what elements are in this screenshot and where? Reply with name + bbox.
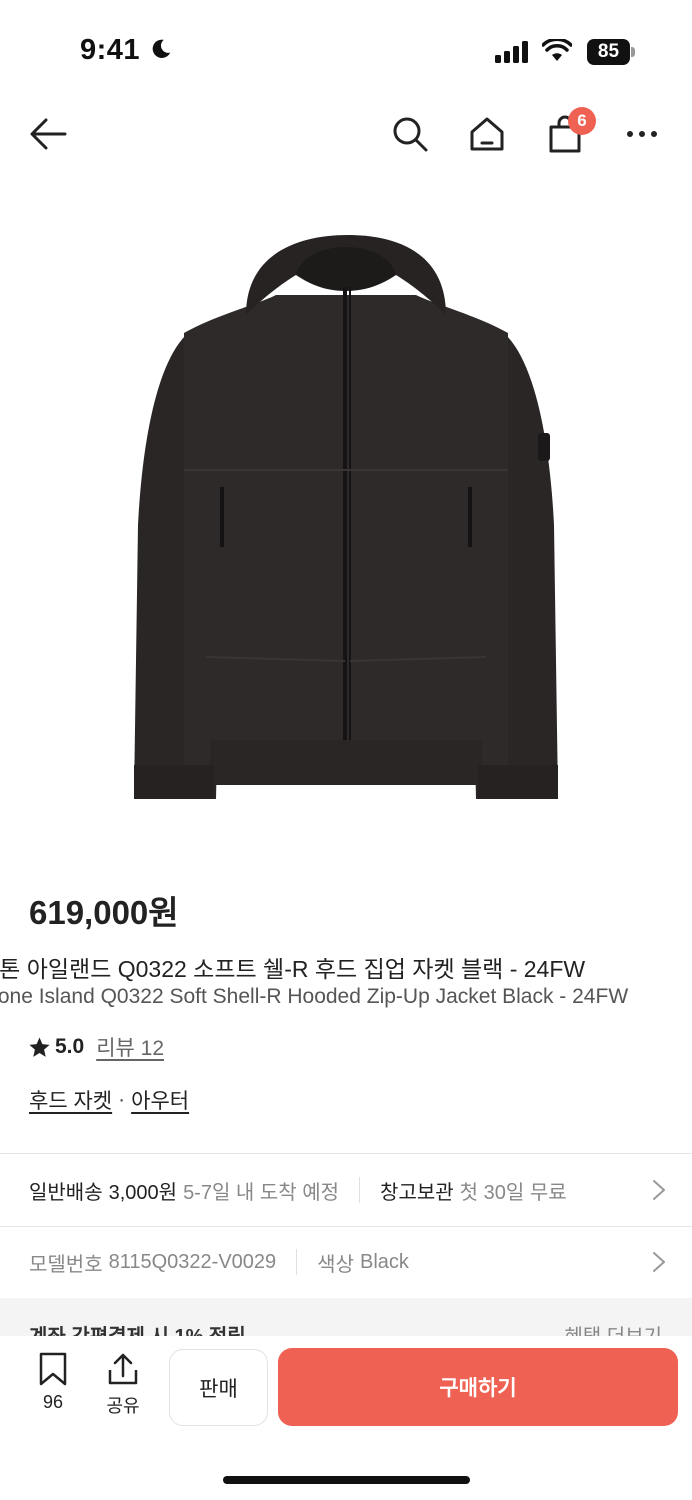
- model-row[interactable]: 모델번호 8115Q0322-V0029 색상 Black: [0, 1227, 692, 1297]
- battery-level: 85: [597, 41, 620, 62]
- sell-button[interactable]: 판매: [169, 1349, 268, 1426]
- wifi-icon: [542, 39, 572, 61]
- back-button[interactable]: [26, 112, 70, 156]
- signal-icon: [495, 41, 528, 63]
- search-icon: [393, 117, 428, 152]
- shipping-row[interactable]: 일반배송 3,000원 5-7일 내 도착 예정 창고보관 첫 30일 무료: [0, 1155, 692, 1225]
- model-label: 모델번호: [29, 1253, 103, 1276]
- shipping-eta: 5-7일 내 도착 예정: [183, 1181, 340, 1204]
- rating-row: 5.0 리뷰 12: [28, 1033, 164, 1061]
- status-time: 9:41: [80, 34, 141, 66]
- row-separator: [296, 1249, 298, 1275]
- model-number: 8115Q0322-V0029: [108, 1250, 277, 1273]
- promo-band: 계좌 간편결제 시 1% 적립 혜택 더보기: [0, 1298, 692, 1338]
- divider: [0, 1153, 692, 1154]
- status-bar: 9:41 85: [0, 0, 692, 100]
- arrow-left-icon: [30, 118, 67, 150]
- share-icon: [108, 1353, 138, 1385]
- product-title-korean: 스톤 아일랜드 Q0322 소프트 쉘-R 후드 집업 자켓 블랙 - 24FW: [0, 956, 586, 982]
- shipping-price: 3,000원: [108, 1181, 178, 1204]
- share-button[interactable]: 공유: [100, 1352, 146, 1418]
- home-indicator: [223, 1476, 470, 1484]
- storage-label: 창고보관: [380, 1181, 454, 1204]
- more-icon: [627, 131, 657, 137]
- shipping-label: 일반배송: [29, 1181, 103, 1204]
- buy-button[interactable]: 구매하기: [278, 1348, 678, 1426]
- wishlist-button[interactable]: 96: [30, 1352, 76, 1418]
- chevron-right-icon: [653, 1180, 665, 1200]
- product-title-english: Stone Island Q0322 Soft Shell-R Hooded Z…: [0, 985, 629, 1008]
- bookmark-icon: [39, 1352, 67, 1386]
- cart-count-badge: 6: [568, 107, 596, 135]
- category-link-outer[interactable]: 아우터: [131, 1085, 189, 1115]
- review-link[interactable]: 리뷰 12: [96, 1032, 164, 1062]
- battery-icon: 85: [587, 39, 635, 65]
- category-link-hood-jacket[interactable]: 후드 자켓: [29, 1085, 112, 1115]
- bottom-action-bar: 96 공유 판매 구매하기: [0, 1336, 692, 1500]
- product-image[interactable]: [126, 225, 566, 810]
- storage-note: 첫 30일 무료: [459, 1181, 567, 1204]
- row-separator: [359, 1177, 361, 1203]
- home-button[interactable]: [465, 112, 509, 156]
- home-icon: [470, 117, 504, 151]
- wishlist-count: 96: [42, 1392, 64, 1412]
- category-separator: ·: [118, 1088, 126, 1111]
- more-button[interactable]: [620, 112, 664, 156]
- color-label: 색상: [317, 1253, 354, 1276]
- moon-icon: [152, 39, 171, 58]
- rating-value: 5.0: [55, 1035, 85, 1058]
- star-icon: [29, 1036, 50, 1057]
- chevron-right-icon: [653, 1252, 665, 1272]
- share-label: 공유: [106, 1396, 140, 1416]
- category-row: 후드 자켓 · 아우터: [29, 1085, 189, 1115]
- color-value: Black: [359, 1250, 409, 1273]
- product-price: 619,000원: [29, 894, 179, 931]
- search-button[interactable]: [388, 112, 432, 156]
